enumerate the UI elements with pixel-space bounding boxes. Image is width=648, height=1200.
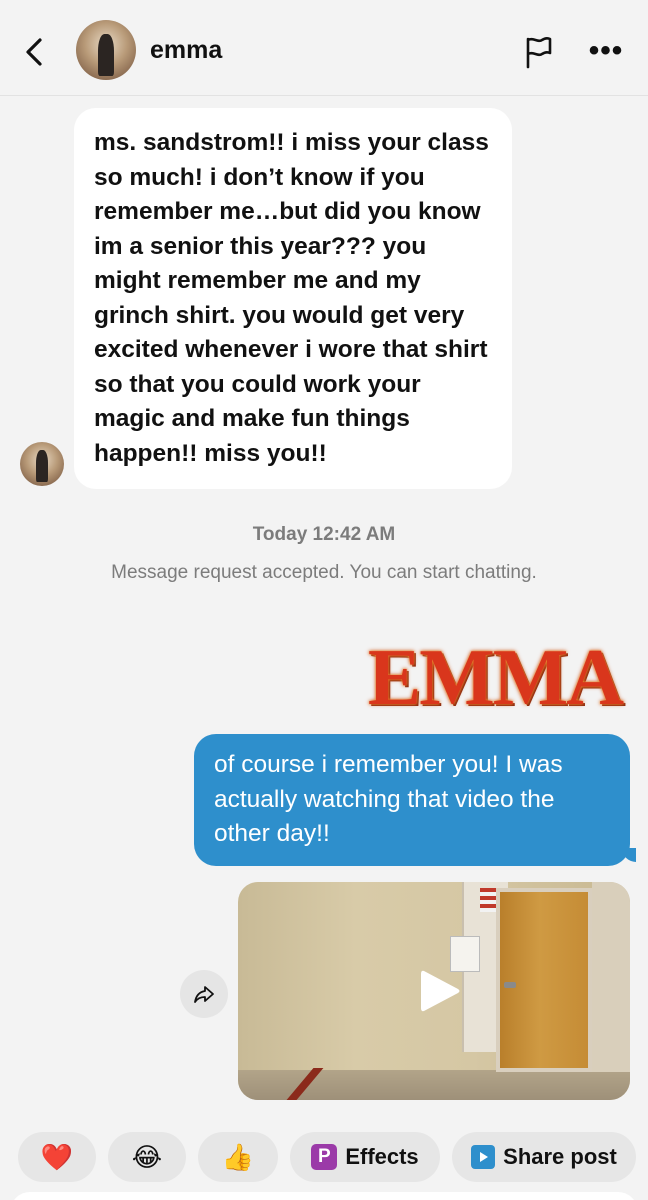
heart-icon: ❤️	[40, 1142, 74, 1172]
sender-avatar[interactable]	[20, 442, 64, 486]
laugh-reaction-button[interactable]: 😂	[108, 1132, 186, 1182]
chat-header: emma •••	[0, 0, 648, 96]
chat-title[interactable]: emma	[150, 36, 222, 65]
effects-label: Effects	[345, 1144, 419, 1169]
share-arrow-icon	[194, 986, 214, 1003]
bubble-tail	[622, 848, 636, 862]
share-post-button[interactable]: Share post	[452, 1132, 636, 1182]
flag-button[interactable]	[520, 34, 556, 70]
share-post-label: Share post	[503, 1144, 617, 1169]
timestamp: Today 12:42 AM	[252, 524, 396, 545]
flag-icon	[526, 37, 552, 69]
message-composer[interactable]	[10, 1192, 638, 1200]
system-message: Message request accepted. You can start …	[111, 562, 537, 583]
video-post[interactable]	[238, 882, 630, 1100]
chevron-left-icon	[26, 38, 42, 66]
sticker-text: EMMA	[367, 634, 624, 722]
thumbs-up-reaction-button[interactable]: 👍	[198, 1132, 278, 1182]
incoming-message[interactable]: ms. sandstrom!! i miss your class so muc…	[74, 108, 512, 489]
heart-reaction-button[interactable]: ❤️	[18, 1132, 96, 1182]
back-button[interactable]	[18, 34, 50, 70]
outgoing-message[interactable]: of course i remember you! I was actually…	[194, 734, 630, 866]
avatar[interactable]	[76, 20, 136, 80]
laughing-face-icon: 😂	[131, 1142, 163, 1172]
thumbs-up-icon: 👍	[221, 1142, 255, 1172]
more-options-button[interactable]: •••	[586, 36, 626, 66]
play-icon[interactable]	[414, 966, 464, 1016]
share-play-icon	[471, 1145, 496, 1169]
effects-icon: P	[311, 1144, 338, 1170]
effects-button[interactable]: P Effects	[290, 1132, 440, 1182]
emma-sticker[interactable]: EMMA	[366, 636, 624, 720]
share-video-button[interactable]	[180, 970, 228, 1018]
